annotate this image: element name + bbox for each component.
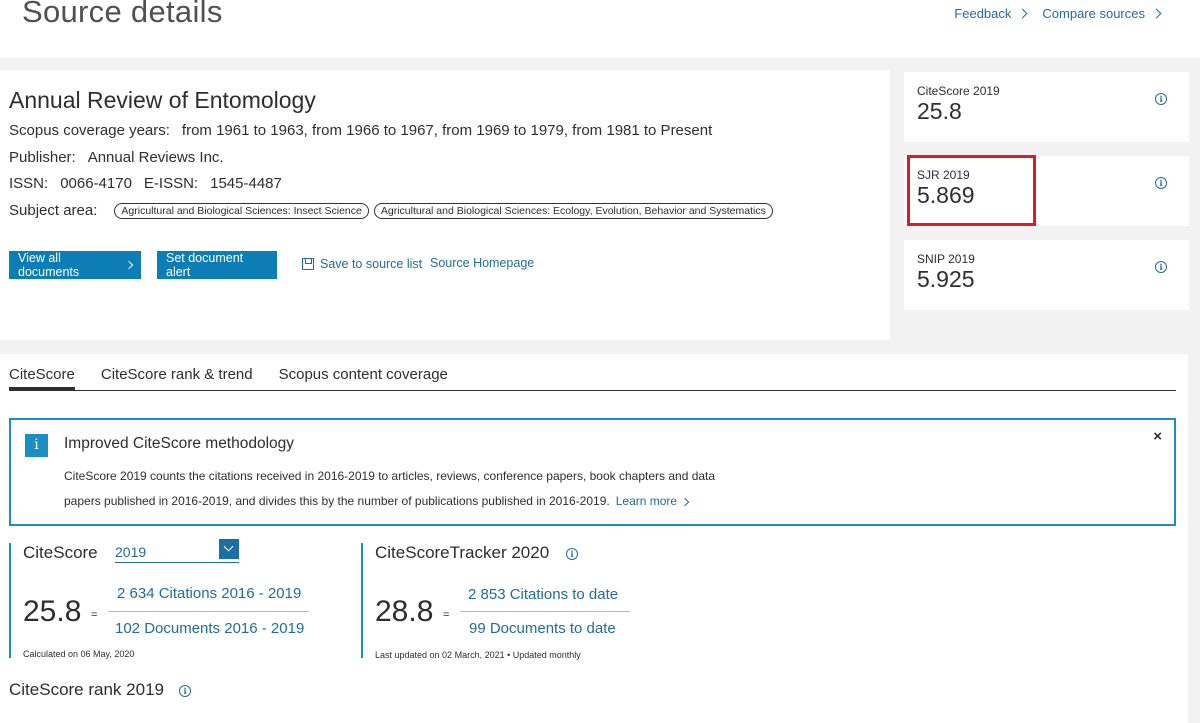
view-all-label: View all documents	[18, 251, 80, 279]
chevron-right-icon	[124, 260, 134, 270]
fraction-divider	[108, 611, 309, 612]
top-links: Feedback Compare sources	[954, 6, 1162, 21]
citescore-section: CiteScore CiteScore rank & trend Scopus …	[0, 354, 1188, 723]
save-to-source-list-link[interactable]: Save to source list	[302, 257, 422, 271]
metric-label: CiteScore 2019	[917, 84, 1000, 98]
feedback-link[interactable]: Feedback	[954, 6, 1028, 21]
tab-citescore[interactable]: CiteScore	[9, 366, 75, 390]
snip-metric-card: SNIP 2019 5.925 i	[904, 240, 1189, 310]
chevron-right-icon	[1151, 8, 1162, 19]
subject-row: Subject area: Agricultural and Biologica…	[9, 202, 773, 219]
tab-scopus-content-coverage[interactable]: Scopus content coverage	[279, 366, 448, 390]
info-icon[interactable]: i	[1155, 261, 1167, 273]
citescore-block: CiteScore 2019 25.8 = 2 634 Citations 20…	[9, 539, 349, 659]
set-document-alert-button[interactable]: Set document alert	[157, 251, 277, 279]
learn-more-link[interactable]: Learn more	[615, 494, 690, 508]
coverage-row: Scopus coverage years: from 1961 to 1963,…	[9, 122, 712, 139]
documents-link[interactable]: 102 Documents 2016 - 2019	[115, 620, 304, 637]
notice-title: Improved CiteScore methodology	[64, 435, 295, 452]
equals-sign: =	[443, 609, 450, 621]
issn-value: 0066-4170	[60, 175, 132, 192]
subject-label: Subject area:	[9, 202, 98, 219]
learn-more-label: Learn more	[615, 494, 678, 508]
coverage-value: from 1961 to 1963, from 1966 to 1967, fr…	[181, 122, 713, 139]
tab-bar: CiteScore CiteScore rank & trend Scopus …	[9, 366, 1176, 391]
chevron-down-icon[interactable]	[219, 539, 239, 559]
source-info-card: Annual Review of Entomology Scopus cover…	[0, 70, 890, 340]
citescore-rank-title: CiteScore rank 2019	[9, 680, 164, 699]
info-icon[interactable]: i	[1155, 177, 1167, 189]
issn-label: ISSN:	[9, 175, 49, 192]
eissn-label: E-ISSN:	[143, 175, 199, 192]
publisher-row: Publisher: Annual Reviews Inc.	[9, 149, 224, 166]
tracker-value: 28.8	[375, 595, 434, 628]
close-icon[interactable]: ×	[1153, 428, 1162, 445]
calculated-note: Calculated on 06 May, 2020	[23, 649, 135, 659]
citescore-title: CiteScore	[23, 543, 98, 562]
chevron-right-icon	[681, 497, 690, 507]
journal-title: Annual Review of Entomology	[9, 87, 316, 113]
publisher-value: Annual Reviews Inc.	[87, 149, 224, 166]
citations-link[interactable]: 2 634 Citations 2016 - 2019	[117, 585, 301, 602]
notice-line: CiteScore 2019 counts the citations rece…	[64, 469, 716, 483]
equals-sign: =	[91, 609, 98, 621]
issn-row: ISSN: 0066-4170 E-ISSN: 1545-4487	[9, 175, 282, 192]
citescore-tracker-block: CiteScoreTracker 2020 i 28.8 = 2 853 Cit…	[361, 543, 701, 660]
tab-citescore-rank-trend[interactable]: CiteScore rank & trend	[101, 366, 253, 390]
source-homepage-link[interactable]: Source Homepage	[430, 256, 534, 270]
compare-label: Compare sources	[1042, 6, 1145, 21]
citescore-metric-card: CiteScore 2019 25.8 i	[904, 72, 1189, 142]
tracker-documents-link[interactable]: 99 Documents to date	[469, 620, 616, 637]
info-icon[interactable]: i	[566, 548, 578, 560]
publisher-label: Publisher:	[9, 149, 76, 166]
methodology-notice: i Improved CiteScore methodology CiteSco…	[9, 418, 1176, 526]
feedback-label: Feedback	[954, 6, 1012, 21]
info-icon[interactable]: i	[179, 685, 191, 697]
coverage-label: Scopus coverage years:	[9, 122, 170, 139]
info-icon: i	[25, 434, 48, 457]
view-all-documents-button[interactable]: View all documents	[9, 251, 141, 279]
sjr-highlight-box	[907, 155, 1036, 226]
notice-line: papers published in 2016-2019, and divid…	[64, 489, 764, 514]
compare-sources-link[interactable]: Compare sources	[1042, 6, 1162, 21]
chevron-right-icon	[1017, 8, 1028, 19]
notice-text: CiteScore 2019 counts the citations rece…	[64, 464, 764, 514]
tracker-citations-link[interactable]: 2 853 Citations to date	[468, 586, 618, 603]
notice-line-text: papers published in 2016-2019, and divid…	[64, 494, 610, 508]
subject-pill[interactable]: Agricultural and Biological Sciences: In…	[114, 202, 369, 219]
tracker-title: CiteScoreTracker 2020	[375, 543, 550, 562]
metric-value: 5.925	[917, 266, 975, 292]
page-title: Source details	[22, 0, 223, 29]
save-label: Save to source list	[320, 257, 423, 271]
subject-pill[interactable]: Agricultural and Biological Sciences: Ec…	[373, 202, 773, 219]
set-alert-label: Set document alert	[166, 251, 244, 279]
citescore-value: 25.8	[23, 595, 82, 628]
eissn-value: 1545-4487	[210, 175, 282, 192]
fraction-divider	[460, 611, 630, 612]
metric-value: 25.8	[917, 98, 962, 124]
info-icon[interactable]: i	[1155, 93, 1167, 105]
save-icon	[302, 258, 314, 270]
top-bar: Source details Feedback Compare sources	[0, 0, 1200, 58]
metric-label: SNIP 2019	[917, 252, 975, 266]
tracker-update-note: Last updated on 02 March, 2021 • Updated…	[375, 650, 581, 660]
